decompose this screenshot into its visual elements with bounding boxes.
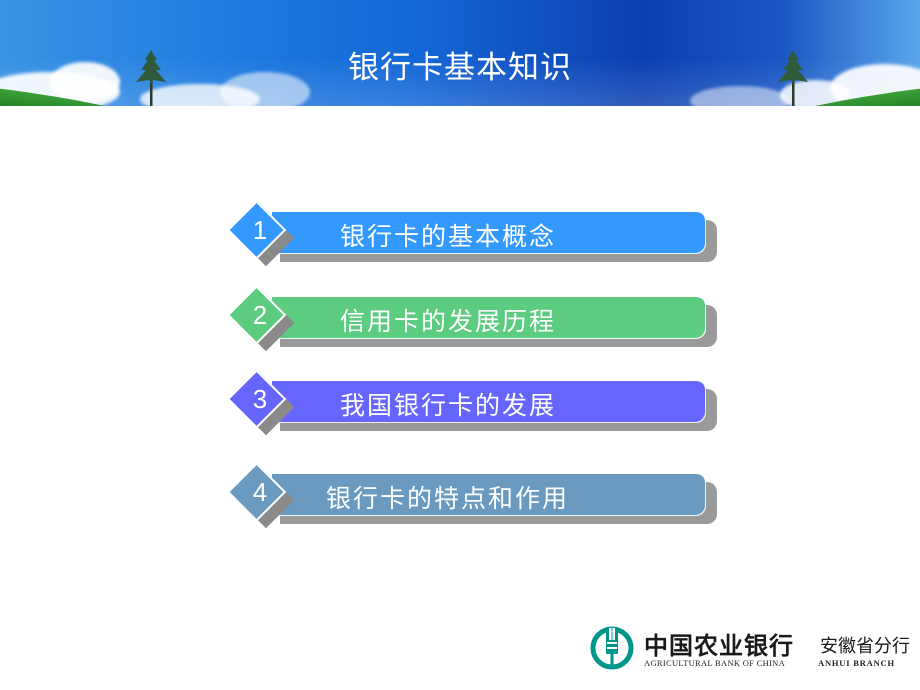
menu-item-label: 银行卡的特点和作用 bbox=[326, 484, 570, 513]
menu-item-label: 我国银行卡的发展 bbox=[340, 391, 557, 420]
menu-item-3[interactable]: 我国银行卡的发展 3 bbox=[229, 370, 717, 437]
menu-item-number: 3 bbox=[252, 384, 268, 414]
menu-item-number: 1 bbox=[252, 215, 268, 245]
menu-item-label: 银行卡的基本概念 bbox=[340, 222, 557, 251]
menu-item-number: 4 bbox=[252, 477, 268, 507]
bank-name-cn: 中国农业银行 bbox=[644, 631, 794, 660]
bank-name-en: AGRICULTURAL BANK OF CHINA bbox=[644, 658, 786, 668]
branch-name-en: ANHUI BRANCH bbox=[818, 658, 895, 668]
menu-item-4[interactable]: 银行卡的特点和作用 4 bbox=[229, 463, 717, 530]
page-title: 银行卡基本知识 bbox=[348, 50, 572, 86]
menu-item-number: 2 bbox=[252, 300, 268, 330]
bank-logo: 中国农业银行 安徽省分行 AGRICULTURAL BANK OF CHINA … bbox=[590, 626, 910, 676]
menu-item-2[interactable]: 信用卡的发展历程 2 bbox=[229, 286, 717, 353]
abc-bank-logo-icon bbox=[590, 626, 634, 670]
header-banner: 银行卡基本知识 bbox=[0, 0, 920, 106]
branch-name-cn: 安徽省分行 bbox=[820, 636, 910, 657]
menu-item-1[interactable]: 银行卡的基本概念 1 bbox=[229, 201, 717, 268]
menu-item-label: 信用卡的发展历程 bbox=[340, 307, 557, 336]
